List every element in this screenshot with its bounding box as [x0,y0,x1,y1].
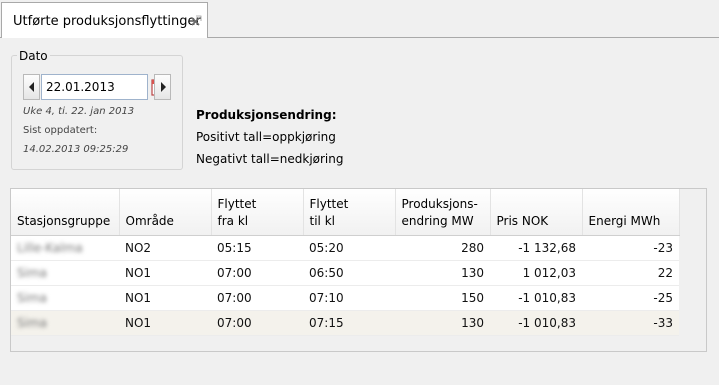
previous-day-button[interactable] [23,74,40,100]
header-stasjonsgruppe[interactable]: Stasjonsgruppe [11,189,120,236]
production-moves-grid: Stasjonsgruppe Område Flyttet fra kl Flyt… [10,188,707,352]
production-change-title: Produksjonsendring: [196,108,337,122]
cell-pris: -1 010,83 [490,285,582,311]
tab-strip: Utførte produksjonsflyttinger [0,0,719,39]
negative-legend: Negativt tall=nedkjøring [196,152,344,166]
tab-label: Utførte produksjonsflyttinger [13,14,201,29]
cell-pris: -1 132,68 [490,235,582,261]
cell-endring: 280 [395,235,490,261]
cell-endring: 130 [395,310,490,336]
date-group-label: Dato [17,49,50,63]
production-moves-table: Stasjonsgruppe Område Flyttet fra kl Flyt… [11,189,680,336]
cell-stasjon: Sima [11,310,119,336]
cell-pris: 1 012,03 [490,260,582,286]
cell-stasjon: Sima [11,260,119,286]
header-produksjonsendring[interactable]: Produksjons-endring MW [395,189,491,236]
cell-omrade: NO1 [119,260,211,286]
header-omrade[interactable]: Område [119,189,212,236]
tab-utforte-produksjonsflyttinger[interactable]: Utførte produksjonsflyttinger [1,2,208,39]
cell-fra: 07:00 [211,285,303,311]
header-flyttet-til[interactable]: Flyttet til kl [303,189,396,236]
table-row[interactable]: Sima NO1 07:00 07:10 150 -1 010,83 -25 [11,285,679,311]
week-info: Uke 4, ti. 22. jan 2013 [23,106,135,117]
last-updated-label: Sist oppdatert: [23,125,98,136]
positive-legend: Positivt tall=oppkjøring [196,130,336,144]
cell-energi: -23 [582,235,679,261]
table-row-selected[interactable]: Sima NO1 07:00 07:15 130 -1 010,83 -33 [11,310,679,336]
date-picker [23,74,172,100]
cell-stasjon: Sima [11,285,119,311]
cell-fra: 07:00 [211,260,303,286]
cell-energi: -33 [582,310,679,336]
last-updated-value: 14.02.2013 09:25:29 [23,144,129,155]
cell-omrade: NO2 [119,235,211,261]
header-pris[interactable]: Pris NOK [490,189,583,236]
cell-omrade: NO1 [119,285,211,311]
cell-endring: 130 [395,260,490,286]
arrow-right-icon [160,82,166,92]
cell-pris: -1 010,83 [490,310,582,336]
cell-stasjon: Lille-Kalma [11,235,119,261]
table-header-row: Stasjonsgruppe Område Flyttet fra kl Flyt… [11,189,680,236]
cell-til: 07:10 [303,285,395,311]
cell-omrade: NO1 [119,310,211,336]
cell-fra: 05:15 [211,235,303,261]
date-input[interactable] [41,74,148,100]
next-day-button[interactable] [154,74,171,100]
cell-til: 07:15 [303,310,395,336]
cell-fra: 07:00 [211,310,303,336]
close-icon[interactable] [190,15,202,27]
table-row[interactable]: Lille-Kalma NO2 05:15 05:20 280 -1 132,6… [11,235,679,261]
header-energi[interactable]: Energi MWh [582,189,680,236]
cell-endring: 150 [395,285,490,311]
cell-energi: -25 [582,285,679,311]
cell-til: 06:50 [303,260,395,286]
cell-energi: 22 [582,260,679,286]
cell-til: 05:20 [303,235,395,261]
table-row[interactable]: Sima NO1 07:00 06:50 130 1 012,03 22 [11,260,679,286]
header-flyttet-fra[interactable]: Flyttet fra kl [211,189,304,236]
arrow-left-icon [28,82,34,92]
